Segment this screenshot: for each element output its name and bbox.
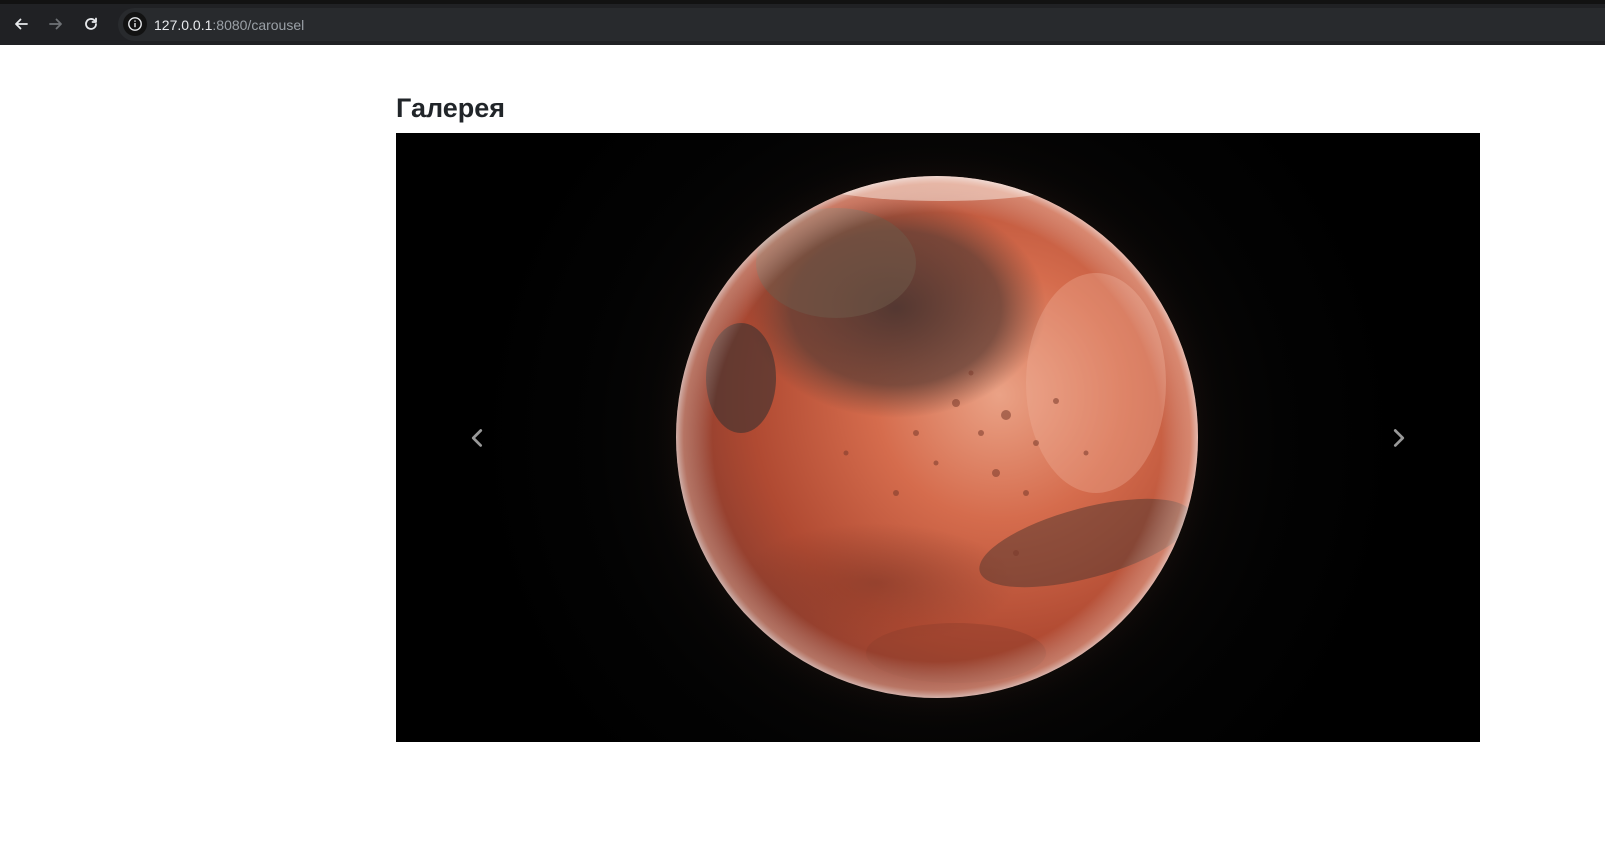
arrow-left-icon [15,18,28,30]
browser-toolbar: 127.0.0.1:8080/carousel [0,0,1605,45]
info-icon [128,17,142,31]
reload-button[interactable] [77,10,105,38]
url-text[interactable]: 127.0.0.1:8080/carousel [154,16,304,34]
reload-icon [85,17,97,30]
arrow-right-icon [49,18,62,30]
site-info-button[interactable] [123,12,147,36]
page-title: Галерея [396,93,506,123]
forward-button[interactable] [42,10,70,38]
chevron-right-icon [1393,428,1405,447]
image-carousel [396,133,1480,742]
url-host: 127.0.0.1 [154,17,213,33]
back-button[interactable] [7,10,35,38]
address-bar[interactable]: 127.0.0.1:8080/carousel [118,8,1605,41]
carousel-next-button[interactable] [1318,133,1480,742]
url-path: :8080/carousel [212,17,305,33]
chevron-left-icon [471,428,483,447]
carousel-prev-button[interactable] [396,133,558,742]
